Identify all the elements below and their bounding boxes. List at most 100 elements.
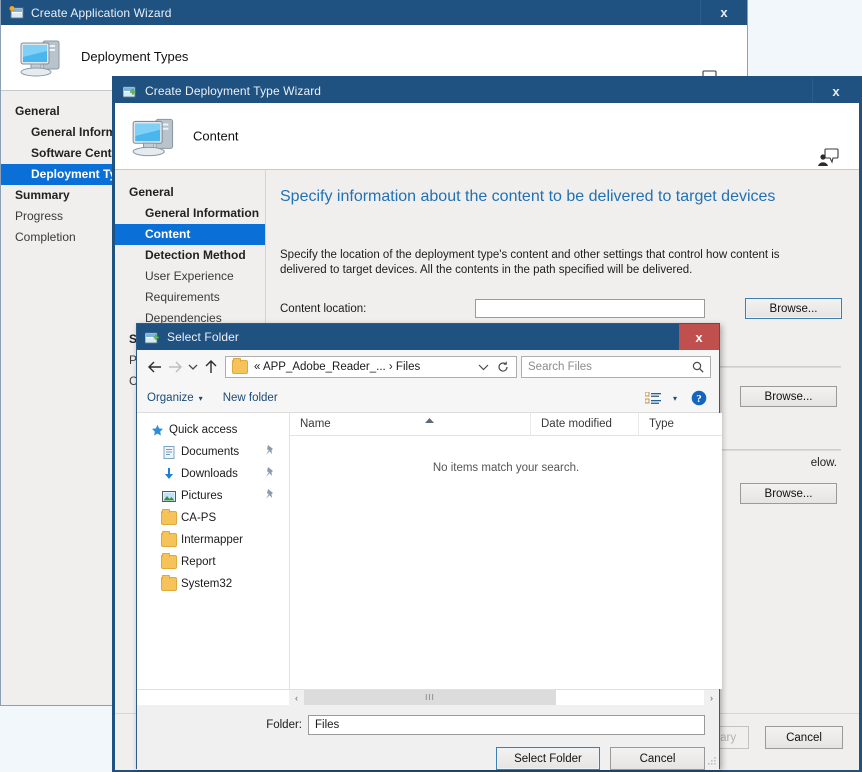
dt-page-description: Specify the location of the deployment t… [280, 249, 780, 276]
arrow-left-icon [148, 361, 161, 373]
app-wizard-titlebar[interactable]: Create Application Wizard x [1, 0, 747, 25]
column-label: Name [300, 418, 331, 430]
dt-page-heading: Specify information about the content to… [280, 188, 776, 205]
new-folder-button[interactable]: New folder [223, 392, 278, 404]
nav-item-documents[interactable]: Documents [137, 441, 289, 463]
dt-wizard-banner-title: Content [193, 128, 239, 144]
nav-item-label: Intermapper [181, 534, 244, 546]
nav-item-label: System32 [181, 578, 233, 590]
dialog-cancel-button[interactable]: Cancel [610, 747, 705, 770]
folder-icon [232, 358, 248, 374]
dt-sidebar-item-detection-method[interactable]: Detection Method [115, 245, 265, 266]
view-caret-icon[interactable]: ▾ [673, 394, 677, 403]
select-folder-dialog: Select Folder x « APP_Adobe_Reader_... ›… [136, 323, 722, 770]
dt-wizard-close-button[interactable]: x [813, 79, 859, 103]
chevron-down-icon [188, 364, 198, 370]
nav-item-downloads[interactable]: Downloads [137, 463, 289, 485]
recent-locations-button[interactable] [185, 356, 201, 378]
app-wizard-title-text: Create Application Wizard [31, 5, 172, 20]
organize-button[interactable]: Organize [147, 392, 194, 404]
feedback-person-icon[interactable] [817, 147, 839, 170]
select-folder-titlebar[interactable]: Select Folder x [137, 324, 719, 350]
nav-item-report[interactable]: Report [137, 551, 289, 573]
column-header-date-modified[interactable]: Date modified [530, 413, 638, 435]
document-icon [161, 445, 177, 459]
sidebar-item-completion[interactable]: Completion [1, 227, 114, 248]
dt-sidebar-item-general-information[interactable]: General Information [115, 203, 265, 224]
svg-text:?: ? [696, 393, 702, 405]
column-header-name[interactable]: Name [290, 413, 530, 435]
app-wizard-banner-title: Deployment Types [81, 49, 189, 64]
dt-wizard-title-icon [123, 85, 138, 98]
nav-item-intermapper[interactable]: Intermapper [137, 529, 289, 551]
sidebar-item-summary[interactable]: Summary [1, 185, 114, 206]
navigation-pane: Quick access Documents Downloads Picture… [137, 413, 290, 689]
sidebar-item-progress[interactable]: Progress [1, 206, 114, 227]
address-chevron-down-icon[interactable] [478, 363, 489, 371]
folder-icon [161, 531, 177, 547]
nav-item-label: Pictures [181, 490, 223, 502]
hscroll-thumb[interactable]: III [304, 690, 556, 705]
nav-item-system32[interactable]: System32 [137, 573, 289, 595]
nav-item-label: CA-PS [181, 512, 217, 524]
nav-item-quick-access[interactable]: Quick access [137, 419, 289, 441]
file-list-header: Name Date modified Type [290, 413, 722, 436]
sidebar-item-general[interactable]: General [1, 101, 114, 122]
deployment-type-icon [123, 86, 136, 97]
browse-button-3[interactable]: Browse... [740, 483, 837, 504]
magnifier-icon [692, 361, 704, 373]
app-wizard-close-button[interactable]: x [701, 0, 747, 25]
nav-item-label: Documents [181, 446, 240, 458]
dt-wizard-banner: Content [115, 103, 859, 170]
select-folder-button[interactable]: Select Folder [496, 747, 600, 770]
column-header-type[interactable]: Type [638, 413, 722, 435]
content-location-input[interactable] [475, 299, 705, 318]
browse-button-1[interactable]: Browse... [745, 298, 842, 319]
arrow-up-icon [205, 360, 217, 373]
folder-icon [161, 553, 177, 569]
hscroll-left-arrow[interactable]: ‹ [289, 690, 304, 705]
file-list-pane: Name Date modified Type No items match y… [290, 413, 722, 689]
address-bar[interactable]: « APP_Adobe_Reader_... › Files [225, 356, 517, 378]
organize-caret-icon[interactable]: ▾ [199, 394, 203, 403]
folder-window-icon [145, 331, 160, 344]
back-button[interactable] [145, 356, 165, 378]
computer-monitor-icon [17, 35, 71, 84]
folder-name-input[interactable]: Files [308, 715, 705, 735]
search-input[interactable]: Search Files [521, 356, 711, 378]
folder-icon [161, 575, 177, 591]
sidebar-item-deployment-types[interactable]: Deployment Types [1, 164, 137, 185]
resize-grip-icon[interactable] [706, 756, 716, 766]
list-view-icon[interactable] [645, 391, 661, 405]
dt-sidebar-item-user-experience[interactable]: User Experience [115, 266, 265, 287]
select-folder-command-bar: Organize ▾ New folder ▾ ? [137, 384, 719, 412]
select-folder-close-button[interactable]: x [679, 324, 719, 350]
empty-list-message: No items match your search. [432, 462, 580, 474]
cancel-button[interactable]: Cancel [765, 726, 843, 749]
breadcrumb: « APP_Adobe_Reader_... › Files [254, 361, 421, 373]
pin-icon[interactable] [265, 445, 275, 459]
sidebar-item-software-center[interactable]: Software Center [1, 143, 123, 164]
up-button[interactable] [201, 356, 221, 378]
dt-sidebar-item-content[interactable]: Content [115, 224, 265, 245]
content-location-label: Content location: [280, 302, 367, 315]
pin-icon[interactable] [265, 467, 275, 481]
pin-icon[interactable] [265, 489, 275, 503]
dt-wizard-titlebar[interactable]: Create Deployment Type Wizard x [115, 79, 859, 103]
nav-item-pictures[interactable]: Pictures [137, 485, 289, 507]
download-arrow-icon [161, 467, 177, 481]
nav-item-label: Quick access [169, 424, 238, 436]
dt-sidebar-item-general[interactable]: General [115, 182, 265, 203]
dt-sidebar-item-requirements[interactable]: Requirements [115, 287, 265, 308]
hscroll-right-arrow[interactable]: › [704, 690, 719, 705]
browse-button-2[interactable]: Browse... [740, 386, 837, 407]
sidebar-item-general-information[interactable]: General Information [1, 122, 145, 143]
horizontal-scrollbar[interactable]: ‹ III › [137, 689, 719, 705]
forward-button[interactable] [165, 356, 185, 378]
hscroll-track[interactable]: III [304, 690, 704, 705]
help-circle-icon[interactable]: ? [691, 390, 707, 406]
app-wizard-sidebar: General General Information Software Cen… [1, 91, 145, 705]
arrow-right-icon [169, 361, 182, 373]
nav-item-ca-ps[interactable]: CA-PS [137, 507, 289, 529]
refresh-icon[interactable] [497, 361, 509, 373]
